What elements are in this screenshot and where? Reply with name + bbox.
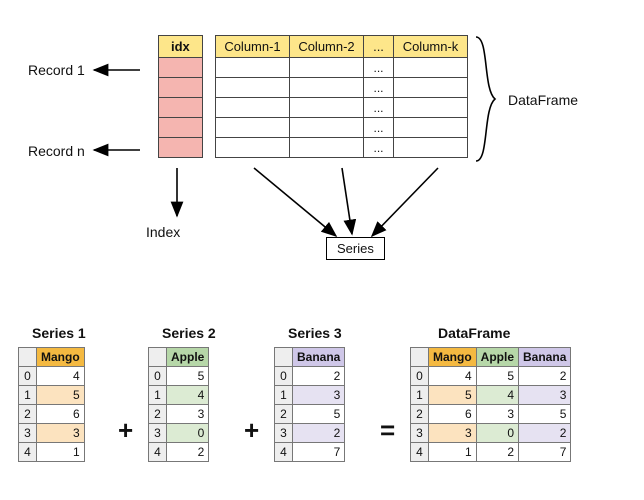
record-n-label: Record n: [28, 143, 85, 159]
row-dots: ...: [364, 98, 394, 118]
apple-header: Apple: [167, 348, 209, 367]
series-1-block: Series 1 Mango 04 15 26 33 41: [18, 325, 86, 462]
row-dots: ...: [364, 118, 394, 138]
col-k-header: Column-k: [394, 36, 468, 58]
series-box: Series: [326, 237, 385, 260]
df-banana-header: Banana: [519, 348, 571, 367]
idx-cell: [159, 78, 203, 98]
record-1-label: Record 1: [28, 62, 85, 78]
dataframe-block: DataFrame Mango Apple Banana 0 4 5 2 1 5…: [410, 325, 571, 462]
series-3-table: Banana 02 13 25 32 47: [274, 347, 345, 462]
brace-icon: [475, 36, 497, 162]
index-column: idx: [158, 35, 203, 158]
equals: =: [380, 415, 395, 446]
idx-cell: [159, 58, 203, 78]
series-2-title: Series 2: [148, 325, 216, 341]
row-dots: ...: [364, 58, 394, 78]
series-1-title: Series 1: [18, 325, 86, 341]
series-3-title: Series 3: [274, 325, 345, 341]
col-2-header: Column-2: [290, 36, 364, 58]
dataframe-title: DataFrame: [410, 325, 571, 341]
idx-cell: [159, 98, 203, 118]
col-dots-header: ...: [364, 36, 394, 58]
plus-1: +: [118, 415, 133, 446]
mango-header: Mango: [37, 348, 85, 367]
dataframe-table: Mango Apple Banana 0 4 5 2 1 5 4 3 2 6 3…: [410, 347, 571, 462]
df-apple-header: Apple: [476, 348, 518, 367]
idx-cell: [159, 118, 203, 138]
plus-2: +: [244, 415, 259, 446]
row-dots: ...: [364, 78, 394, 98]
row-dots: ...: [364, 138, 394, 158]
df-mango-header: Mango: [429, 348, 477, 367]
dataframe-schematic: Column-1 Column-2 ... Column-k ... ... .…: [215, 35, 468, 158]
series-2-table: Apple 05 14 23 30 42: [148, 347, 209, 462]
idx-cell: [159, 138, 203, 158]
series-1-table: Mango 04 15 26 33 41: [18, 347, 85, 462]
series-2-block: Series 2 Apple 05 14 23 30 42: [148, 325, 216, 462]
banana-header: Banana: [293, 348, 345, 367]
index-label: Index: [146, 224, 180, 240]
idx-header: idx: [159, 36, 203, 58]
dataframe-label: DataFrame: [508, 92, 578, 108]
series-3-block: Series 3 Banana 02 13 25 32 47: [274, 325, 345, 462]
col-1-header: Column-1: [216, 36, 290, 58]
